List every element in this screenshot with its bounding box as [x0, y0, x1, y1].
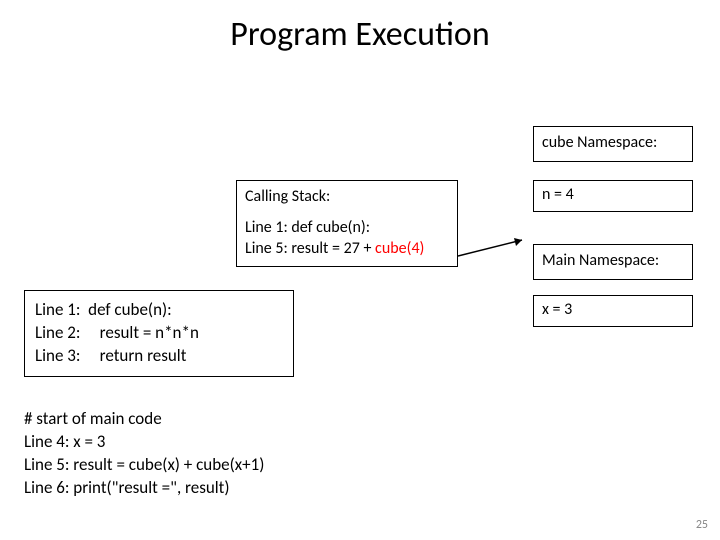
code1-line3: Line 3: return result [35, 345, 283, 368]
code2-line6: Line 6: print("result =", result) [24, 477, 264, 500]
code1-l1-label: Line 1: [35, 299, 80, 320]
code1-l2-label: Line 2: [35, 322, 80, 343]
n-value: n = 4 [542, 185, 574, 204]
code1-l3-label: Line 3: [35, 345, 80, 366]
x-value: x = 3 [542, 300, 572, 319]
code1-l3-code: return result [100, 345, 187, 366]
code-block-main: # start of main code Line 4: x = 3 Line … [24, 408, 264, 500]
stack-line5-call: cube(4) [375, 239, 424, 258]
calling-stack-title: Calling Stack: [245, 187, 449, 206]
arrow-icon [458, 232, 534, 262]
code1-l2-code: result = n*n*n [100, 322, 199, 343]
main-namespace-label-box: Main Namespace: [533, 244, 693, 280]
code2-line4: Line 4: x = 3 [24, 431, 264, 454]
stack-line5-prefix: Line 5: result = 27 + [245, 239, 375, 258]
calling-stack-box: Calling Stack: Line 1: def cube(n): Line… [236, 180, 458, 267]
page-number: 25 [696, 518, 708, 532]
n-value-box: n = 4 [533, 180, 693, 212]
code2-comment: # start of main code [24, 408, 264, 431]
code1-line1: Line 1: def cube(n): [35, 299, 283, 322]
cube-namespace-label-box: cube Namespace: [533, 126, 693, 162]
stack-line-1: Line 1: def cube(n): [245, 218, 449, 239]
cube-namespace-label: cube Namespace: [542, 133, 657, 152]
code1-l1-code: def cube(n): [88, 299, 172, 320]
code1-line2: Line 2: result = n*n*n [35, 322, 283, 345]
main-namespace-label: Main Namespace: [542, 251, 659, 270]
code-block-cube: Line 1: def cube(n): Line 2: result = n*… [24, 290, 294, 377]
stack-line-5: Line 5: result = 27 + cube(4) [245, 239, 449, 260]
x-value-box: x = 3 [533, 295, 693, 327]
slide-title: Program Execution [0, 0, 720, 55]
code2-line5: Line 5: result = cube(x) + cube(x+1) [24, 454, 264, 477]
